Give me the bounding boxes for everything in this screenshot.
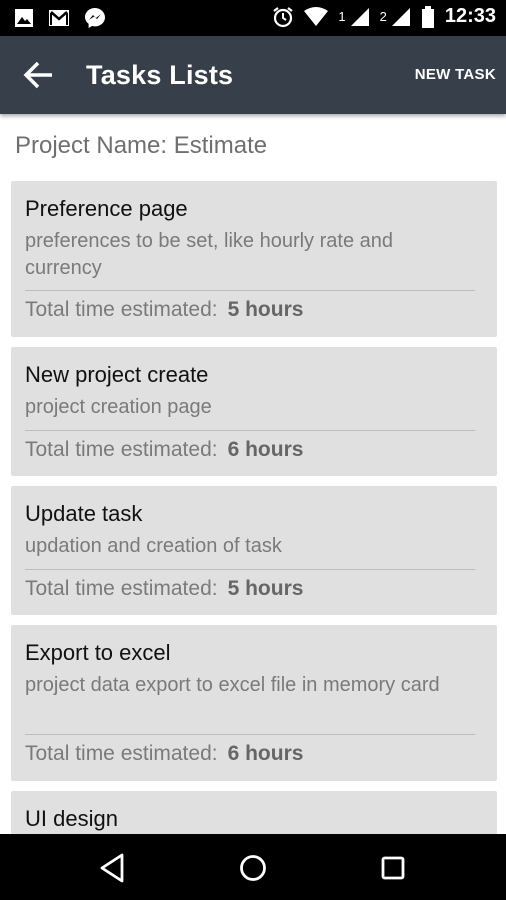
time-label: Total time estimated: bbox=[25, 577, 218, 600]
task-time: Total time estimated: 6 hours bbox=[25, 742, 303, 766]
task-time: Total time estimated: 5 hours bbox=[25, 577, 303, 601]
task-title: Update task bbox=[25, 501, 143, 526]
notification-icons bbox=[14, 7, 106, 29]
task-title: Preference page bbox=[25, 196, 188, 221]
back-icon[interactable] bbox=[96, 851, 130, 885]
card-divider bbox=[25, 569, 475, 570]
signal-icon bbox=[391, 7, 410, 26]
task-time: Total time estimated: 5 hours bbox=[25, 298, 303, 322]
card-divider bbox=[25, 734, 475, 735]
task-description: preferences to be set, like hourly rate … bbox=[25, 230, 393, 279]
back-arrow-icon[interactable] bbox=[22, 60, 56, 90]
wifi-icon bbox=[304, 6, 329, 26]
page-title: Tasks Lists bbox=[86, 60, 234, 90]
sim1-label: 1 bbox=[338, 9, 346, 24]
task-description: project data export to excel file in mem… bbox=[25, 674, 440, 696]
image-icon bbox=[15, 9, 33, 27]
time-value: 6 hours bbox=[227, 438, 304, 461]
card-divider bbox=[25, 290, 475, 291]
task-time: Total time estimated: 6 hours bbox=[25, 438, 303, 462]
home-icon[interactable] bbox=[236, 851, 270, 885]
new-task-button[interactable]: NEW TASK bbox=[415, 66, 496, 83]
gmail-icon bbox=[49, 10, 69, 26]
time-label: Total time estimated: bbox=[25, 298, 218, 321]
alarm-icon bbox=[273, 6, 294, 27]
clock: 12:33 bbox=[444, 5, 496, 27]
system-icons: 1 2 12:33 bbox=[272, 5, 496, 28]
status-bar: 1 2 12:33 bbox=[0, 0, 506, 36]
task-card[interactable]: Preference page preferences to be set, l… bbox=[11, 181, 497, 337]
navigation-bar bbox=[0, 834, 506, 900]
task-list-container[interactable]: Project Name: Estimate Preference page p… bbox=[0, 114, 506, 834]
time-value: 5 hours bbox=[227, 577, 304, 600]
time-value: 6 hours bbox=[227, 742, 304, 765]
sim2-label: 2 bbox=[379, 9, 387, 24]
app-bar: Tasks Lists NEW TASK bbox=[0, 36, 506, 114]
time-label: Total time estimated: bbox=[25, 438, 218, 461]
battery-icon bbox=[421, 5, 434, 28]
task-description: project creation page bbox=[25, 396, 212, 418]
time-label: Total time estimated: bbox=[25, 742, 218, 765]
messenger-icon bbox=[85, 8, 105, 28]
task-card[interactable]: Update task updation and creation of tas… bbox=[11, 486, 497, 615]
task-description: updation and creation of task bbox=[25, 535, 282, 557]
card-divider bbox=[25, 430, 475, 431]
task-title: Export to excel bbox=[25, 640, 171, 665]
recents-icon[interactable] bbox=[376, 851, 410, 885]
task-title: UI design bbox=[25, 806, 118, 831]
task-card[interactable]: Export to excel project data export to e… bbox=[11, 625, 497, 781]
task-title: New project create bbox=[25, 362, 209, 387]
time-value: 5 hours bbox=[227, 298, 304, 321]
task-card[interactable]: UI design bbox=[11, 791, 497, 834]
task-card[interactable]: New project create project creation page… bbox=[11, 347, 497, 476]
project-name-label: Project Name: Estimate bbox=[15, 132, 268, 159]
signal-icon bbox=[350, 7, 369, 26]
